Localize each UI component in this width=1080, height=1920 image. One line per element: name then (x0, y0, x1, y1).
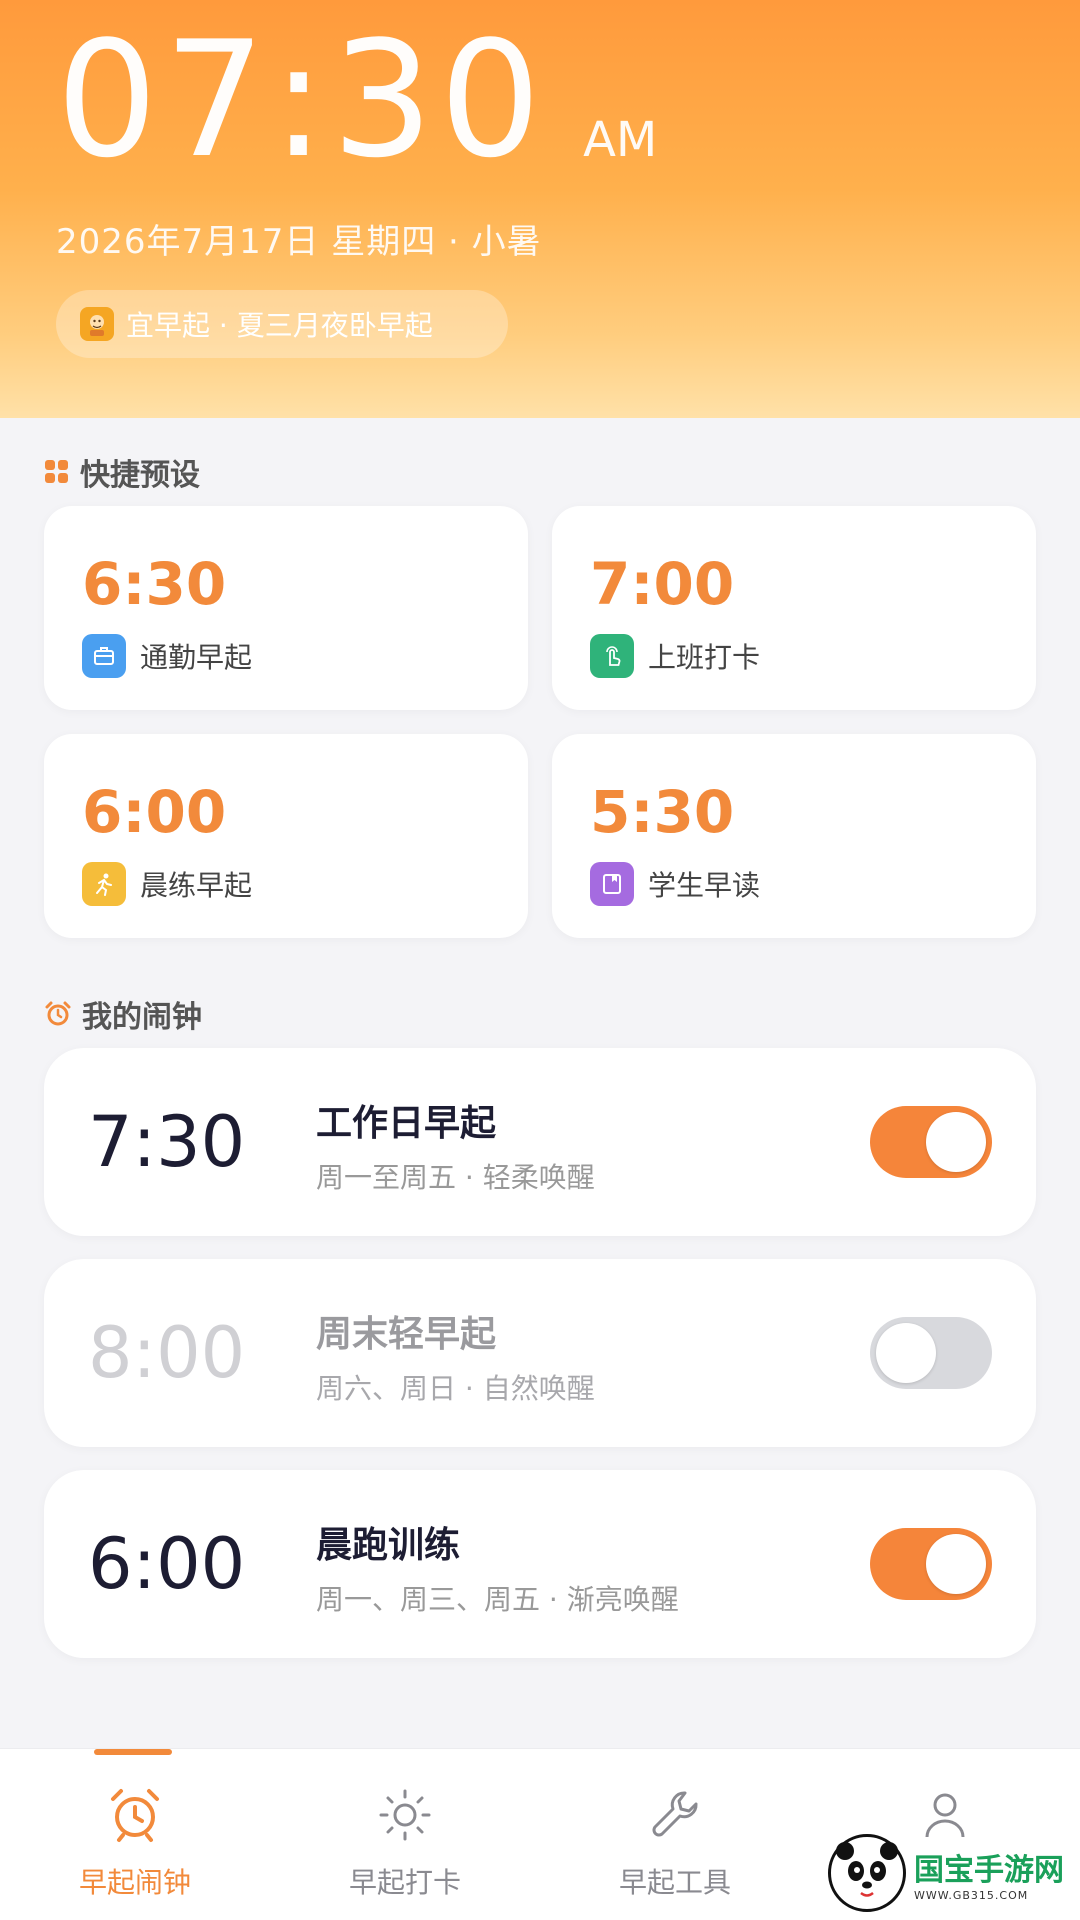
header: 07:30 AM 2026年7月17日 星期四 · 小暑 宜早起 · 夏三月夜卧… (0, 0, 1080, 418)
run-icon (82, 862, 126, 906)
alarm-desc: 周一、周三、周五 · 渐亮唤醒 (316, 1583, 679, 1616)
alarms-title-text: 我的闹钟 (82, 1000, 202, 1035)
daily-tip[interactable]: 宜早起 · 夏三月夜卧早起 (56, 290, 508, 358)
preset-label: 学生早读 (648, 869, 761, 902)
time-digits: 07:30 (56, 6, 548, 193)
preset-label: 上班打卡 (648, 641, 761, 674)
wrench-icon (645, 1785, 705, 1845)
watermark-title: 国宝手游网 (914, 1852, 1064, 1888)
preset-label-row: 上班打卡 (590, 634, 760, 678)
preset-card-commute[interactable]: 6:30 通勤早起 (44, 506, 528, 710)
preset-time: 6:30 (82, 550, 227, 618)
briefcase-icon (82, 634, 126, 678)
nav-tab-alarm[interactable]: 早起闹钟 (0, 1749, 270, 1920)
watermark-text: 国宝手游网 WWW.GB315.COM (914, 1845, 1064, 1902)
watermark-url: WWW.GB315.COM (914, 1888, 1029, 1902)
book-icon (590, 862, 634, 906)
preset-label-row: 学生早读 (590, 862, 760, 906)
preset-label-row: 通勤早起 (82, 634, 252, 678)
sun-icon (375, 1785, 435, 1845)
watermark: 国宝手游网 WWW.GB315.COM (828, 1826, 1080, 1920)
alarm-desc: 周六、周日 · 自然唤醒 (316, 1372, 595, 1405)
toggle-knob (876, 1323, 936, 1383)
nav-label: 早起工具 (618, 1866, 731, 1899)
alarm-clock-icon (105, 1785, 165, 1845)
alarm-toggle[interactable] (870, 1528, 992, 1600)
preset-card-exercise[interactable]: 6:00 晨练早起 (44, 734, 528, 938)
alarm-time: 7:30 (88, 1101, 246, 1183)
tip-text: 宜早起 · 夏三月夜卧早起 (126, 309, 433, 342)
panda-logo-icon (828, 1834, 906, 1912)
alarm-time: 6:00 (88, 1523, 246, 1605)
alarm-card-weekday[interactable]: 7:30 工作日早起 周一至周五 · 轻柔唤醒 (44, 1048, 1036, 1236)
current-time: 07:30 AM (56, 20, 657, 180)
alarm-clock-icon (44, 1000, 72, 1028)
grid-icon (44, 459, 70, 485)
alarm-card-weekend[interactable]: 8:00 周末轻早起 周六、周日 · 自然唤醒 (44, 1259, 1036, 1447)
nav-tab-tools[interactable]: 早起工具 (540, 1749, 810, 1920)
alarm-desc: 周一至周五 · 轻柔唤醒 (316, 1161, 595, 1194)
nav-label: 早起闹钟 (78, 1866, 191, 1899)
alarm-card-run[interactable]: 6:00 晨跑训练 周一、周三、周五 · 渐亮唤醒 (44, 1470, 1036, 1658)
preset-time: 5:30 (590, 778, 735, 846)
preset-time: 6:00 (82, 778, 227, 846)
preset-label-row: 晨练早起 (82, 862, 252, 906)
preset-label: 晨练早起 (140, 869, 253, 902)
alarm-name: 工作日早起 (316, 1103, 497, 1144)
alarm-name: 周末轻早起 (316, 1314, 497, 1355)
presets-section-title: 快捷预设 (44, 450, 200, 494)
preset-label: 通勤早起 (140, 641, 253, 674)
tip-avatar-icon (80, 307, 114, 341)
preset-time: 7:00 (590, 550, 735, 618)
alarms-section-title: 我的闹钟 (44, 992, 202, 1036)
presets-title-text: 快捷预设 (80, 458, 200, 493)
alarm-toggle[interactable] (870, 1317, 992, 1389)
toggle-knob (926, 1534, 986, 1594)
alarm-name: 晨跑训练 (316, 1525, 461, 1566)
time-ampm: AM (583, 112, 658, 168)
nav-tab-checkin[interactable]: 早起打卡 (270, 1749, 540, 1920)
preset-card-work[interactable]: 7:00 上班打卡 (552, 506, 1036, 710)
preset-card-study[interactable]: 5:30 学生早读 (552, 734, 1036, 938)
date-line: 2026年7月17日 星期四 · 小暑 (56, 222, 542, 262)
alarm-toggle[interactable] (870, 1106, 992, 1178)
alarm-time: 8:00 (88, 1312, 246, 1394)
tap-icon (590, 634, 634, 678)
nav-label: 早起打卡 (348, 1866, 461, 1899)
toggle-knob (926, 1112, 986, 1172)
